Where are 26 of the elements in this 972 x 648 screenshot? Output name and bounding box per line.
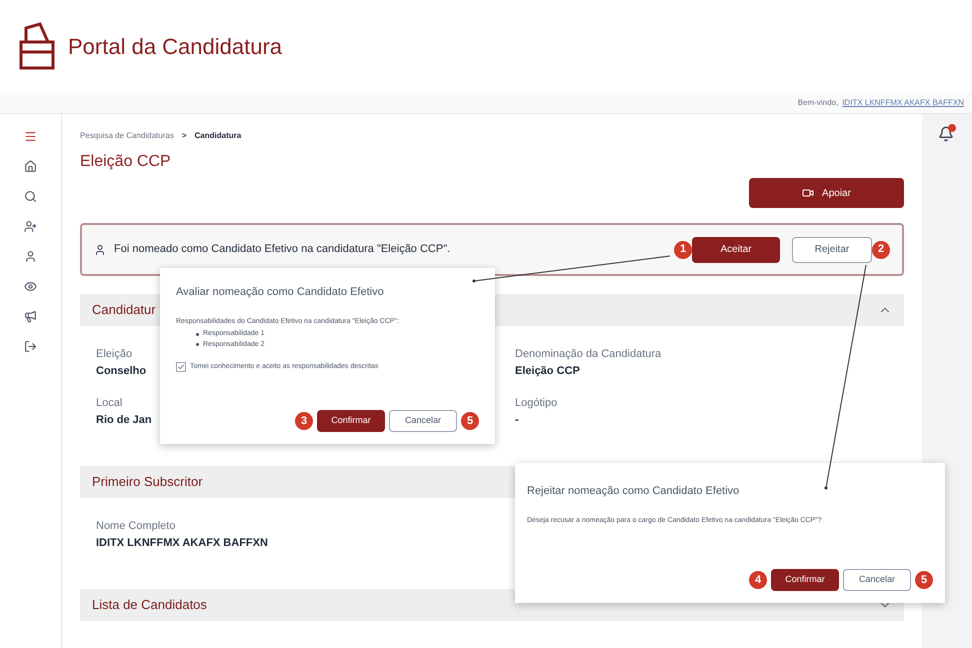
field-value: Rio de Jan [96,412,152,428]
section-title: Lista de Candidatos [92,596,207,614]
field-label: Denominação da Candidatura [515,347,662,362]
alert-message: Foi nomeado como Candidato Efetivo na candidatura "Eleição CCP". [114,242,450,258]
welcome-text: Bem-vindo, [798,96,838,108]
field-label: Local [96,396,122,411]
dialog-title: Avaliar nomeação como Candidato Efetivo [176,285,385,300]
portal-title: Portal da Candidatura [68,32,282,60]
dialog-title: Rejeitar nomeação como Candidato Efetivo [527,484,740,499]
field-value: Conselho [96,364,146,378]
step-badge: 1 [674,240,692,258]
field-label: Eleição [96,347,132,362]
breadcrumb-separator: > [182,130,187,142]
field-value: IDITX LKNFFMX AKAFX BAFFXN [96,536,268,550]
step-badge: 5 [461,412,479,430]
step-badge: 3 [295,412,313,430]
field-value: Eleição CCP [515,364,580,378]
field-value: - [515,412,519,428]
step-badge: 4 [749,571,767,589]
section-title: Candidatur [92,301,156,320]
step-badge: 2 [872,240,890,258]
section-title: Primeiro Subscritor [92,473,203,492]
field-label: Nome Completo [96,519,176,534]
step-badge: 5 [915,571,933,589]
field-label: Logótipo [515,396,558,411]
page-title: Eleição CCP [80,152,172,172]
